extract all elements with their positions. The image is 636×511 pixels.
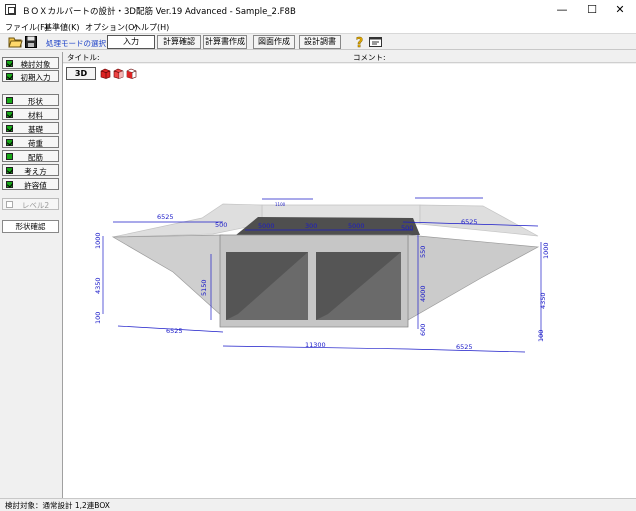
check-icon (6, 73, 13, 80)
minimize-button[interactable]: — (548, 0, 576, 20)
app-window: ＢＯＸカルバートの設計・3D配筋 Ver.19 Advanced - Sampl… (0, 0, 636, 510)
dim-label: 1000 (542, 242, 550, 259)
dim-label: 11300 (305, 341, 326, 349)
menu-options[interactable]: オプション(O) (85, 22, 138, 33)
toolbar: 処理モードの選択 入力 計算確認 計算書作成 図面作成 設計調書 ? (0, 33, 636, 50)
sidebar-item-initial-input[interactable]: 初期入力 (2, 70, 59, 82)
svg-text:?: ? (356, 36, 364, 49)
left-wing-wall (111, 234, 224, 318)
status-bar: 検討対象：通常設計 1,2連BOX (0, 498, 636, 510)
help-icon[interactable]: ? (352, 35, 367, 49)
dim-label: 550 (419, 246, 427, 258)
sidebar-item-label: 考え方 (24, 167, 47, 176)
sidebar-item-label: 形状 (28, 97, 43, 106)
mode-drawing-button[interactable]: 図面作成 (253, 35, 295, 49)
dim-label: 6525 (157, 213, 174, 221)
sidebar-item-label: 検討対象 (20, 60, 51, 69)
status-box-icon (6, 153, 13, 160)
dim-label: 4000 (419, 285, 427, 302)
mode-report-button[interactable]: 計算書作成 (203, 35, 247, 49)
mode-input-button[interactable]: 入力 (107, 35, 155, 49)
sidebar-item-level2: レベル2 (2, 198, 59, 210)
dim-label: 5000 (258, 222, 275, 230)
check-icon (6, 181, 13, 188)
sidebar-item-rebar[interactable]: 配筋 (2, 150, 59, 162)
mode-design-sheet-button[interactable]: 設計調書 (299, 35, 341, 49)
dim-label: 4350 (539, 292, 547, 309)
sidebar-item-target[interactable]: 検討対象 (2, 57, 59, 69)
sidebar-item-label: 基礎 (28, 125, 43, 134)
dim-label: 300 (305, 222, 317, 230)
sidebar-item-label: 配筋 (28, 153, 43, 162)
mode-calc-check-button[interactable]: 計算確認 (157, 35, 201, 49)
dim-label: 500 (401, 224, 413, 232)
tab-shape-check[interactable]: 形状確認 (2, 220, 59, 233)
sidebar-item-label: レベル2 (21, 201, 50, 210)
window-title: ＢＯＸカルバートの設計・3D配筋 Ver.19 Advanced - Sampl… (22, 7, 296, 17)
sidebar-item-material[interactable]: 材料 (2, 108, 59, 120)
check-icon (6, 111, 13, 118)
sidebar-item-label: 初期入力 (20, 73, 51, 82)
sidebar-item-load[interactable]: 荷重 (2, 136, 59, 148)
title-bar: ＢＯＸカルバートの設計・3D配筋 Ver.19 Advanced - Sampl… (0, 0, 636, 20)
comment-label: コメント: (353, 53, 386, 62)
3d-viewport[interactable]: 3D 6525 500 5000 300 5000 500 6525 1000 … (63, 64, 636, 498)
dim-label: 6525 (461, 218, 478, 226)
check-icon (6, 201, 13, 208)
menu-standard-values[interactable]: 基準値(K) (44, 22, 80, 33)
sidebar-item-label: 材料 (28, 111, 43, 120)
box-culvert-3d-model: 6525 500 5000 300 5000 500 6525 1000 435… (94, 197, 550, 353)
check-icon (6, 60, 13, 67)
dim-label: 6525 (456, 343, 473, 351)
dim-label: 100 (94, 312, 102, 324)
close-button[interactable]: ✕ (606, 0, 634, 20)
title-label: タイトル: (67, 53, 100, 62)
dim-label: 100 (537, 330, 545, 342)
dim-label: 6525 (166, 327, 183, 335)
dim-label: 500 (215, 221, 227, 229)
sidebar-item-approach[interactable]: 考え方 (2, 164, 59, 176)
check-icon (6, 125, 13, 132)
status-box-icon (6, 97, 13, 104)
check-icon (6, 167, 13, 174)
window-layout-icon[interactable] (368, 35, 383, 49)
sidebar-item-label: 許容値 (24, 181, 47, 190)
left-panel: 検討対象 初期入力 形状 材料 基礎 荷重 配筋 考え方 許容値 レベル2 形状… (0, 52, 63, 498)
save-disk-icon[interactable] (24, 35, 39, 49)
dim-label: 600 (419, 324, 427, 336)
menu-file[interactable]: ファイル(F) (5, 22, 48, 33)
info-row: タイトル: コメント: (63, 50, 636, 63)
sidebar-item-label: 荷重 (28, 139, 43, 148)
app-icon (5, 4, 16, 15)
dim-label: 4350 (94, 277, 102, 294)
sidebar-item-foundation[interactable]: 基礎 (2, 122, 59, 134)
dim-label: 1000 (94, 232, 102, 249)
right-wing-wall (407, 234, 540, 321)
dim-label: 5150 (200, 279, 208, 296)
dim-label: 5000 (348, 222, 365, 230)
sidebar-item-shape[interactable]: 形状 (2, 94, 59, 106)
mode-select-label: 処理モードの選択 (46, 39, 106, 48)
right-wing-top-face (419, 204, 539, 237)
sidebar-item-allowable[interactable]: 許容値 (2, 178, 59, 190)
menu-help[interactable]: ヘルプ(H) (133, 22, 169, 33)
dim-label: 1100 (275, 202, 286, 207)
open-folder-icon[interactable] (8, 35, 23, 49)
check-icon (6, 139, 13, 146)
status-text: 検討対象：通常設計 1,2連BOX (5, 501, 110, 510)
menu-bar: ファイル(F) 基準値(K) オプション(O) ヘルプ(H) (0, 20, 636, 33)
maximize-button[interactable]: ☐ (578, 0, 606, 20)
